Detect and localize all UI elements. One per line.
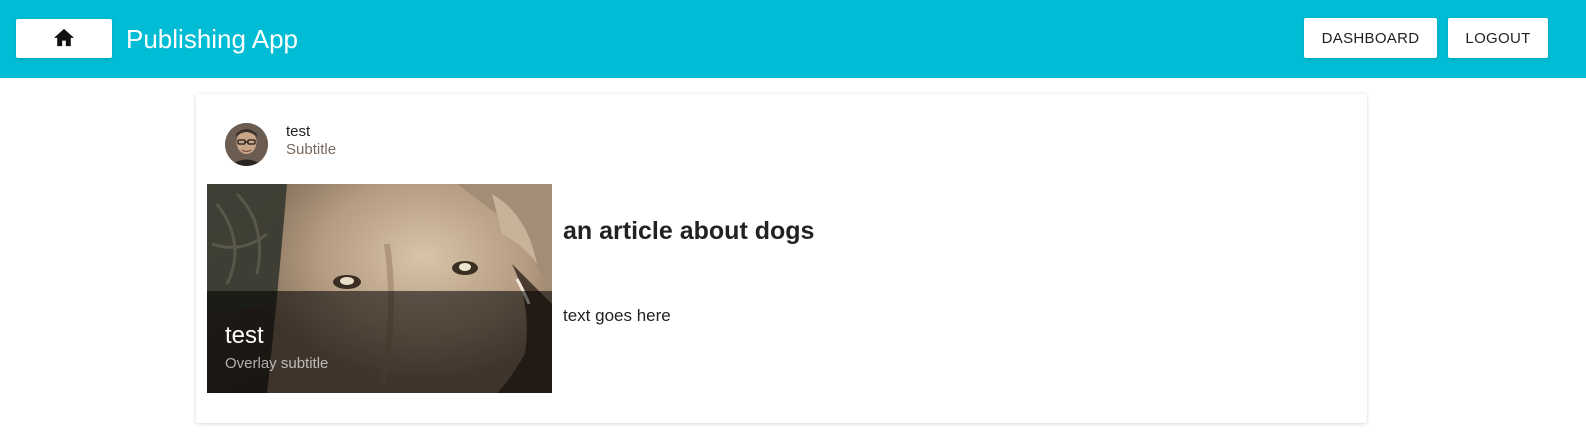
card-header-subtitle: Subtitle bbox=[286, 141, 337, 158]
media-overlay: test Overlay subtitle bbox=[207, 291, 552, 393]
card-header-title: test bbox=[286, 123, 311, 140]
logout-button[interactable]: LOGOUT bbox=[1448, 18, 1548, 58]
article-card: test Subtitle test Overlay subtitle an a… bbox=[196, 94, 1367, 423]
app-title: Publishing App bbox=[126, 24, 299, 54]
overlay-title: test bbox=[225, 322, 264, 349]
card-media: test Overlay subtitle bbox=[207, 184, 552, 393]
article-title: an article about dogs bbox=[563, 217, 815, 245]
avatar[interactable] bbox=[225, 123, 268, 166]
home-icon bbox=[53, 27, 75, 50]
home-button[interactable] bbox=[16, 19, 112, 58]
article-text: text goes here bbox=[563, 306, 671, 325]
app-bar: Publishing App DASHBOARD LOGOUT bbox=[0, 0, 1586, 78]
overlay-subtitle: Overlay subtitle bbox=[225, 355, 329, 372]
dashboard-button[interactable]: DASHBOARD bbox=[1304, 18, 1437, 58]
